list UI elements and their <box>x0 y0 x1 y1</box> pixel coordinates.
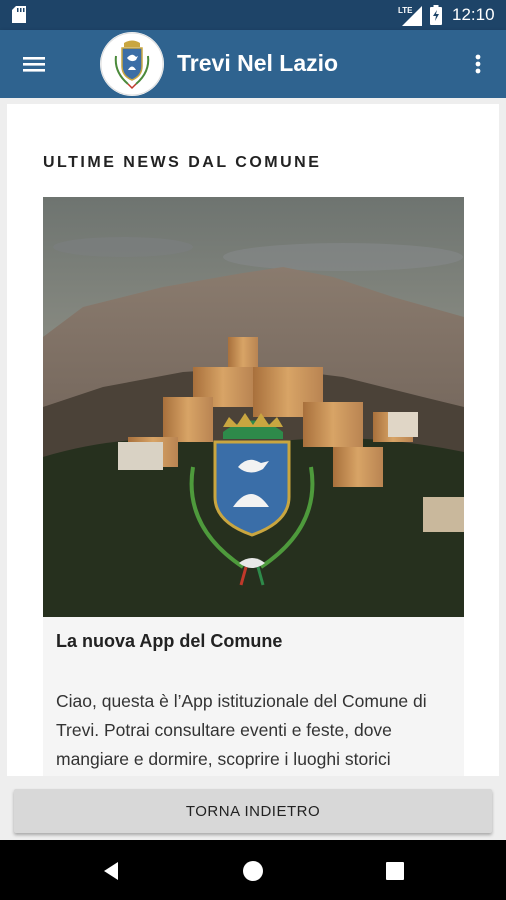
bottom-bar: TORNA INDIETRO <box>0 776 506 840</box>
lte-signal-icon: LTE <box>398 6 422 26</box>
coat-of-arms-logo <box>100 32 164 96</box>
back-triangle-icon[interactable] <box>100 860 122 882</box>
back-button[interactable]: TORNA INDIETRO <box>14 789 492 833</box>
sd-card-icon <box>12 6 26 23</box>
village-with-coat-of-arms-photo[interactable] <box>43 197 464 617</box>
menu-icon[interactable] <box>18 50 48 78</box>
news-card[interactable]: ULTIME NEWS DAL COMUNE La nuova App del … <box>7 104 499 776</box>
news-text: Ciao, questa è l’App istituzionale del C… <box>56 691 427 769</box>
more-vert-icon[interactable] <box>468 50 488 78</box>
status-clock: 12:10 <box>452 5 495 24</box>
recent-apps-square-icon[interactable] <box>385 861 405 881</box>
lte-label: LTE <box>398 6 413 15</box>
section-title: ULTIME NEWS DAL COMUNE <box>43 154 322 171</box>
news-body: La nuova App del Comune Ciao, questa è l… <box>43 617 464 776</box>
app-title: Trevi Nel Lazio <box>177 50 339 76</box>
status-bar: LTE 12:10 <box>0 0 506 30</box>
news-title: La nuova App del Comune <box>56 631 283 651</box>
battery-charging-icon <box>430 5 442 25</box>
app-bar: Trevi Nel Lazio <box>0 30 506 98</box>
navigation-bar <box>0 840 506 900</box>
home-circle-icon[interactable] <box>242 860 264 882</box>
